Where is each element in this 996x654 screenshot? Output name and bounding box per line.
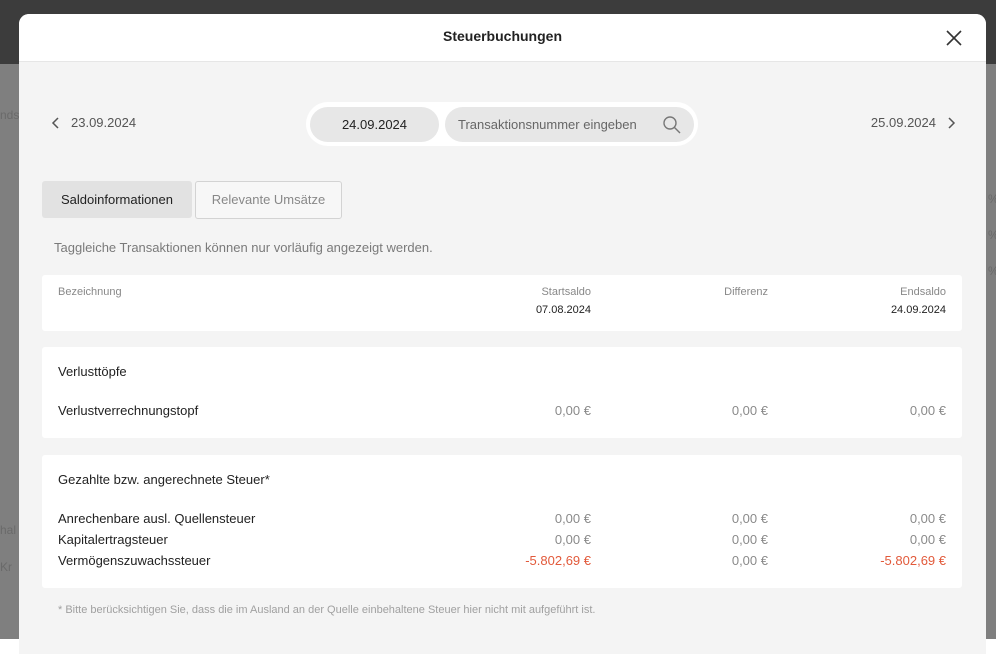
close-button[interactable]: [944, 28, 964, 48]
section-title: Verlusttöpfe: [58, 364, 127, 379]
tax-bookings-modal: Steuerbuchungen 23.09.2024 24.09.2024 25…: [19, 14, 986, 654]
transaction-search: [445, 107, 694, 142]
current-date-button[interactable]: 24.09.2024: [310, 107, 439, 142]
row-start-value: 0,00 €: [554, 511, 591, 526]
row-label: Vermögenszuwachssteuer: [58, 553, 211, 568]
preliminary-notice: Taggleiche Transaktionen können nur vorl…: [54, 240, 433, 255]
previous-date-button[interactable]: 23.09.2024: [51, 115, 136, 130]
row-label: Anrechenbare ausl. Quellensteuer: [58, 511, 256, 526]
row-end-value: -5.802,69 €: [880, 553, 946, 568]
date-search-bar: 24.09.2024: [306, 102, 698, 146]
row-diff-value: 0,00 €: [731, 532, 768, 547]
chevron-right-icon: [948, 116, 956, 129]
loss-pots-section: Verlusttöpfe Verlustverrechnungstopf 0,0…: [42, 347, 962, 438]
tab-saldoinformationen[interactable]: Saldoinformationen: [42, 181, 192, 218]
background-text-fragment: Kr: [0, 560, 12, 574]
background-text-fragment: %: [988, 192, 996, 206]
startsaldo-date: 07.08.2024: [535, 304, 591, 316]
tab-relevante-umsaetze[interactable]: Relevante Umsätze: [195, 181, 342, 219]
chevron-left-icon: [51, 116, 59, 129]
column-header-startsaldo: Startsaldo: [541, 286, 591, 298]
table-header: Bezeichnung Startsaldo 07.08.2024 Differ…: [42, 275, 962, 331]
row-diff-value: 0,00 €: [731, 553, 768, 568]
next-date-button[interactable]: 25.09.2024: [871, 115, 956, 130]
modal-header: Steuerbuchungen: [19, 14, 986, 62]
row-diff-value: 0,00 €: [731, 511, 768, 526]
paid-tax-section: Gezahlte bzw. angerechnete Steuer* Anrec…: [42, 455, 962, 588]
column-header-endsaldo: Endsaldo: [900, 286, 946, 298]
previous-date-label: 23.09.2024: [71, 115, 137, 130]
search-icon[interactable]: [662, 115, 682, 135]
row-end-value: 0,00 €: [909, 511, 946, 526]
endsaldo-date: 24.09.2024: [890, 304, 946, 316]
footnote: * Bitte berücksichtigen Sie, dass die im…: [58, 604, 596, 616]
transaction-search-input[interactable]: [458, 107, 654, 142]
row-start-value: 0,00 €: [554, 532, 591, 547]
background-text-fragment: %: [988, 264, 996, 278]
row-diff-value: 0,00 €: [731, 403, 768, 418]
modal-title: Steuerbuchungen: [442, 28, 562, 44]
next-date-label: 25.09.2024: [870, 115, 936, 130]
background-text-fragment: %: [988, 228, 996, 242]
row-end-value: 0,00 €: [909, 532, 946, 547]
close-icon: [946, 30, 962, 46]
column-header-differenz: Differenz: [724, 286, 768, 298]
column-header-bezeichnung: Bezeichnung: [58, 286, 122, 298]
row-start-value: 0,00 €: [554, 403, 591, 418]
section-title: Gezahlte bzw. angerechnete Steuer*: [58, 472, 270, 487]
row-start-value: -5.802,69 €: [525, 553, 591, 568]
row-label: Verlustverrechnungstopf: [58, 403, 199, 418]
background-text-fragment: nds: [0, 108, 20, 122]
background-text-fragment: hal: [0, 523, 17, 537]
row-end-value: 0,00 €: [909, 403, 946, 418]
row-label: Kapitalertragsteuer: [58, 532, 168, 547]
